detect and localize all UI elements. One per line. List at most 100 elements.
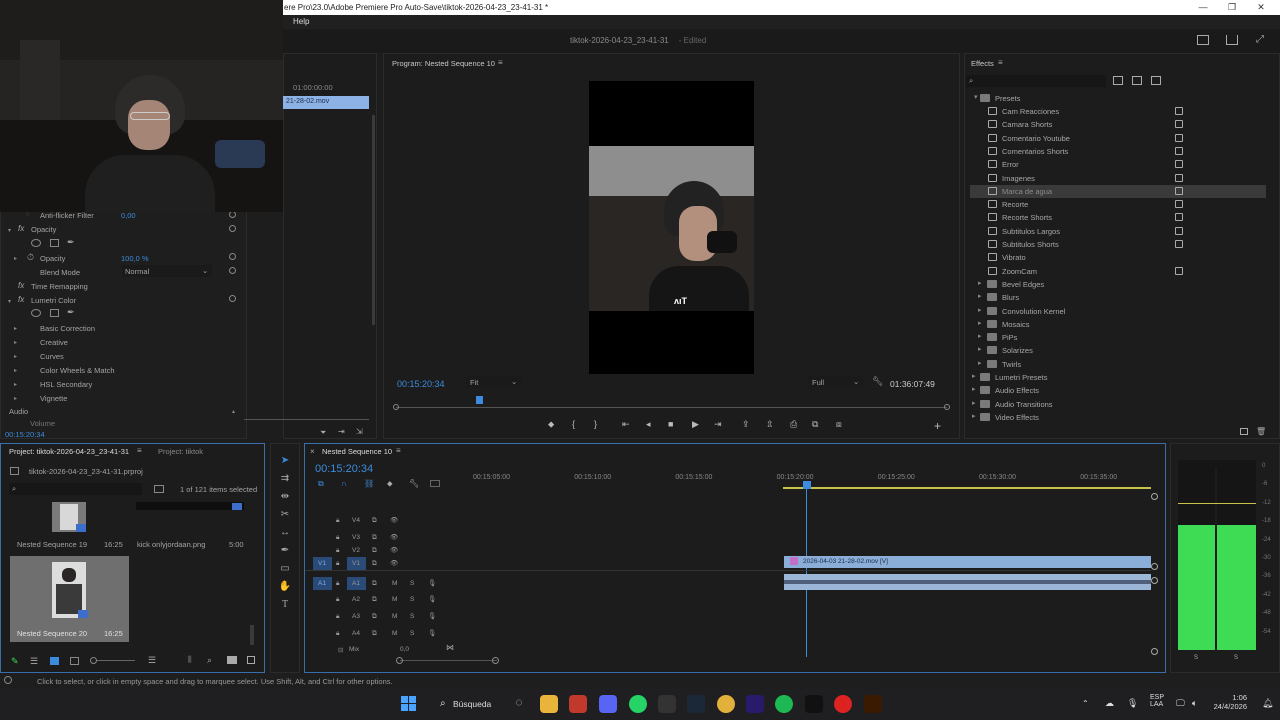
lock-icon[interactable]: 🔒︎ [336,547,339,555]
go-to-in-icon[interactable]: ⇤ [622,419,630,430]
track-select-tool-icon[interactable]: ⇉ [278,473,292,485]
tiktok-icon[interactable] [805,695,823,713]
zoom-handle-right[interactable] [492,657,499,664]
mix-value[interactable]: 0,0 [400,646,409,653]
effect-folder[interactable]: ▸ Lumetri Presets [970,371,1266,384]
preset-item[interactable]: Camara Shorts [970,118,1266,131]
microphone-icon[interactable]: 🎙︎ [1127,698,1138,709]
effect-subfolder[interactable]: ▸ Convolution Kernel [970,305,1266,318]
zoom-handle-left[interactable] [396,657,403,664]
go-to-out-icon[interactable]: ⇥ [714,419,722,430]
extract-icon[interactable]: ⇫ [766,419,774,430]
chevron-right-icon[interactable]: ▸ [14,339,17,346]
windows-start-icon[interactable] [401,696,417,712]
ec-zoom-slider[interactable] [244,419,369,420]
new-bin-icon[interactable] [154,485,164,493]
project-search-input[interactable]: ⌕ [9,483,142,495]
reset-icon[interactable] [229,211,236,218]
reset-icon[interactable] [229,295,236,302]
discord-icon[interactable] [599,695,617,713]
program-video-frame[interactable]: ʌıT [589,81,754,374]
scrub-end-handle[interactable] [944,404,950,410]
wrench-icon[interactable]: 🔧︎ [409,479,419,488]
rectangle-tool-icon[interactable]: ▭ [278,563,292,575]
quality-select[interactable]: Full ⌄ [808,376,863,388]
ec-scrollbar[interactable] [372,115,375,325]
lock-icon[interactable]: 🔒︎ [336,580,339,588]
notification-icon[interactable]: 🔔︎ [1262,698,1273,709]
icon-view-icon[interactable] [50,657,59,665]
preset-item[interactable]: Subtitulos Shorts [970,238,1266,251]
chevron-down-icon[interactable]: ▾ [8,227,11,234]
microphone-icon[interactable]: 🎙︎ [428,579,436,587]
solo-left[interactable]: S [1194,655,1198,661]
eye-icon[interactable]: 👁︎ [390,559,398,567]
reset-icon[interactable] [229,253,236,260]
toggle-sync-icon[interactable]: ⧉ [372,580,377,588]
preset-item[interactable]: Imagenes [970,172,1266,185]
thumbnail-kick[interactable] [136,502,244,510]
snap-icon[interactable]: ∩ [341,479,347,488]
step-back-icon[interactable]: ◂ [646,419,651,430]
sort-icon[interactable]: ☰ [148,655,156,666]
list-view-icon[interactable]: ☰ [30,656,38,667]
lumetri-section[interactable]: Basic Correction [40,324,95,333]
preset-item[interactable]: ZoomCam [970,265,1266,278]
export-icon[interactable]: ⇲ [356,427,363,436]
microphone-icon[interactable]: 🎙︎ [428,595,436,603]
menu-help[interactable]: Help [293,17,309,26]
microphone-icon[interactable]: 🎙︎ [428,629,436,637]
pen-tool-icon[interactable]: ✒ [278,545,292,557]
toggle-sync-icon[interactable]: ⧉ [372,547,377,555]
toggle-sync-icon[interactable]: ⧉ [372,613,377,621]
tray-chevron-icon[interactable]: ⌃ [1082,699,1089,708]
fx-icon[interactable]: fx [18,295,24,304]
project-tab-other[interactable]: Project: tiktok [158,447,203,456]
taskbar-search[interactable]: Búsqueda [453,699,491,709]
insert-icon[interactable]: ⧉ [812,419,818,430]
freeform-view-icon[interactable] [70,657,79,665]
mute-button[interactable]: M [392,613,397,620]
play-icon[interactable]: ▶ [692,419,699,430]
scrub-start-handle[interactable] [393,404,399,410]
mute-button[interactable]: M [392,630,397,637]
preset-item[interactable]: Subtitulos Largos [970,225,1266,238]
32bit-effects-icon[interactable] [1132,76,1142,85]
chevron-right-icon[interactable]: ▸ [14,381,17,388]
automate-icon[interactable]: ⫼ [188,655,192,665]
wrench-icon[interactable]: 🔧︎ [872,376,883,387]
in-point-icon[interactable]: { [572,419,575,429]
lumetri-section[interactable]: Curves [40,352,64,361]
maximize-button[interactable]: ❐ [1217,1,1247,14]
trash-icon[interactable]: 🗑︎ [1256,427,1266,436]
panel-menu-icon[interactable]: ≡ [998,58,1003,67]
zoom-slider[interactable] [97,660,135,661]
add-button-icon[interactable]: + [934,419,941,433]
ripple-edit-tool-icon[interactable]: ⇹ [278,491,292,503]
solo-button[interactable]: S [410,580,414,587]
new-item-icon[interactable] [247,656,255,664]
search-icon[interactable]: ⌕ [207,655,212,666]
effect-subfolder[interactable]: ▸ Mosaics [970,318,1266,331]
anti-flicker-value[interactable]: 0,00 [121,211,136,220]
project-scrollbar[interactable] [250,625,254,645]
mute-button[interactable]: M [392,580,397,587]
close-tab-icon[interactable]: × [310,447,315,456]
lock-icon[interactable]: 🔒︎ [336,630,339,638]
lumetri-section[interactable]: Vignette [40,394,67,403]
zoom-slider-handle[interactable] [90,657,97,664]
reset-icon[interactable] [229,225,236,232]
fx-icon[interactable]: fx [18,224,24,233]
pen-mask-icon[interactable]: ✒ [67,307,75,318]
effect-subfolder[interactable]: ▸ PiPs [970,331,1266,344]
blend-mode-select[interactable]: Normal ⌄ [122,265,212,277]
folder-icon[interactable] [227,656,237,664]
steam-icon[interactable] [687,695,705,713]
effect-subfolder[interactable]: ▸ Bevel Edges [970,278,1266,291]
solo-right[interactable]: S [1234,655,1238,661]
toggle-sync-icon[interactable]: ⧉ [372,534,377,542]
work-area-bar[interactable] [783,487,1151,489]
chevron-right-icon[interactable]: ▸ [14,255,17,262]
track-scroll-handle[interactable] [1151,648,1158,655]
selection-tool-icon[interactable]: ➤ [278,455,292,467]
